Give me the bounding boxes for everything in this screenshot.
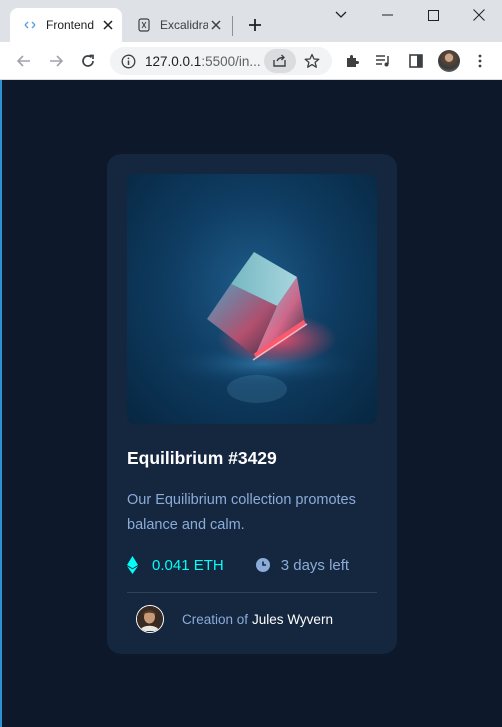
side-panel-icon	[409, 54, 423, 68]
tab-excalidraw[interactable]: Excalidraw	[126, 8, 230, 42]
nft-stats: 0.041 ETH 3 days left	[127, 554, 377, 576]
media-controls-button[interactable]	[370, 48, 396, 74]
tab-separator	[232, 16, 233, 36]
tab-title: Excalidraw	[160, 18, 208, 32]
frontend-favicon-icon	[22, 17, 38, 33]
forward-button[interactable]	[43, 48, 69, 74]
price-stat: 0.041 ETH	[127, 555, 224, 575]
nft-title[interactable]: Equilibrium #3429	[127, 448, 377, 469]
url-text: 127.0.0.1:5500/in...	[145, 53, 261, 69]
back-icon	[16, 55, 30, 67]
creator-info: Creation of Jules Wyvern	[136, 604, 376, 634]
minimize-button[interactable]	[364, 0, 410, 30]
plus-icon	[249, 19, 261, 31]
tab-frontend[interactable]: Frontend	[10, 8, 122, 42]
window-close-icon	[473, 9, 485, 21]
page-viewport: Equilibrium #3429 Our Equilibrium collec…	[0, 80, 502, 727]
side-panel-button[interactable]	[403, 48, 429, 74]
tab-search-button[interactable]	[318, 0, 364, 30]
bookmark-button[interactable]	[302, 51, 322, 71]
reload-icon	[82, 54, 94, 67]
back-button[interactable]	[11, 48, 37, 74]
profile-avatar[interactable]	[438, 50, 460, 72]
window-close-button[interactable]	[456, 0, 502, 30]
forward-icon	[50, 55, 64, 67]
share-button[interactable]	[264, 49, 296, 73]
close-icon[interactable]	[208, 17, 224, 33]
creator-name[interactable]: Jules Wyvern	[252, 612, 333, 627]
nft-card: Equilibrium #3429 Our Equilibrium collec…	[107, 154, 397, 654]
clock-icon	[255, 558, 270, 572]
info-icon[interactable]	[120, 53, 136, 69]
time-left-value: 3 days left	[280, 556, 350, 574]
card-divider	[127, 592, 377, 593]
address-bar[interactable]: 127.0.0.1:5500/in...	[110, 47, 332, 75]
viewport-edge	[0, 80, 2, 727]
maximize-button[interactable]	[410, 0, 456, 30]
time-left-stat: 3 days left	[255, 556, 350, 574]
minimize-icon	[381, 14, 393, 16]
creator-prefix: Creation of	[182, 611, 249, 627]
kebab-menu-icon	[478, 54, 482, 68]
share-icon	[273, 54, 286, 67]
excalidraw-favicon-icon	[136, 17, 152, 33]
tab-title: Frontend	[46, 18, 95, 32]
reload-button[interactable]	[75, 48, 101, 74]
chevron-down-icon	[335, 11, 347, 18]
price-value: 0.041 ETH	[152, 556, 224, 574]
browser-menu-button[interactable]	[467, 48, 493, 74]
ethereum-icon	[127, 555, 139, 575]
new-tab-button[interactable]	[244, 14, 266, 36]
extensions-button[interactable]	[339, 48, 365, 74]
star-icon	[304, 53, 320, 68]
browser-toolbar: 127.0.0.1:5500/in...	[0, 42, 502, 80]
creator-avatar	[136, 605, 164, 633]
nft-description: Our Equilibrium collection promotes bala…	[127, 492, 356, 533]
media-icon	[376, 55, 389, 67]
tab-strip: Frontend Excalidraw	[0, 0, 502, 42]
close-icon[interactable]	[100, 17, 116, 33]
nft-image[interactable]	[127, 174, 377, 424]
crystal-cube-illustration	[162, 252, 362, 403]
puzzle-icon	[347, 55, 359, 67]
maximize-icon	[427, 9, 439, 21]
